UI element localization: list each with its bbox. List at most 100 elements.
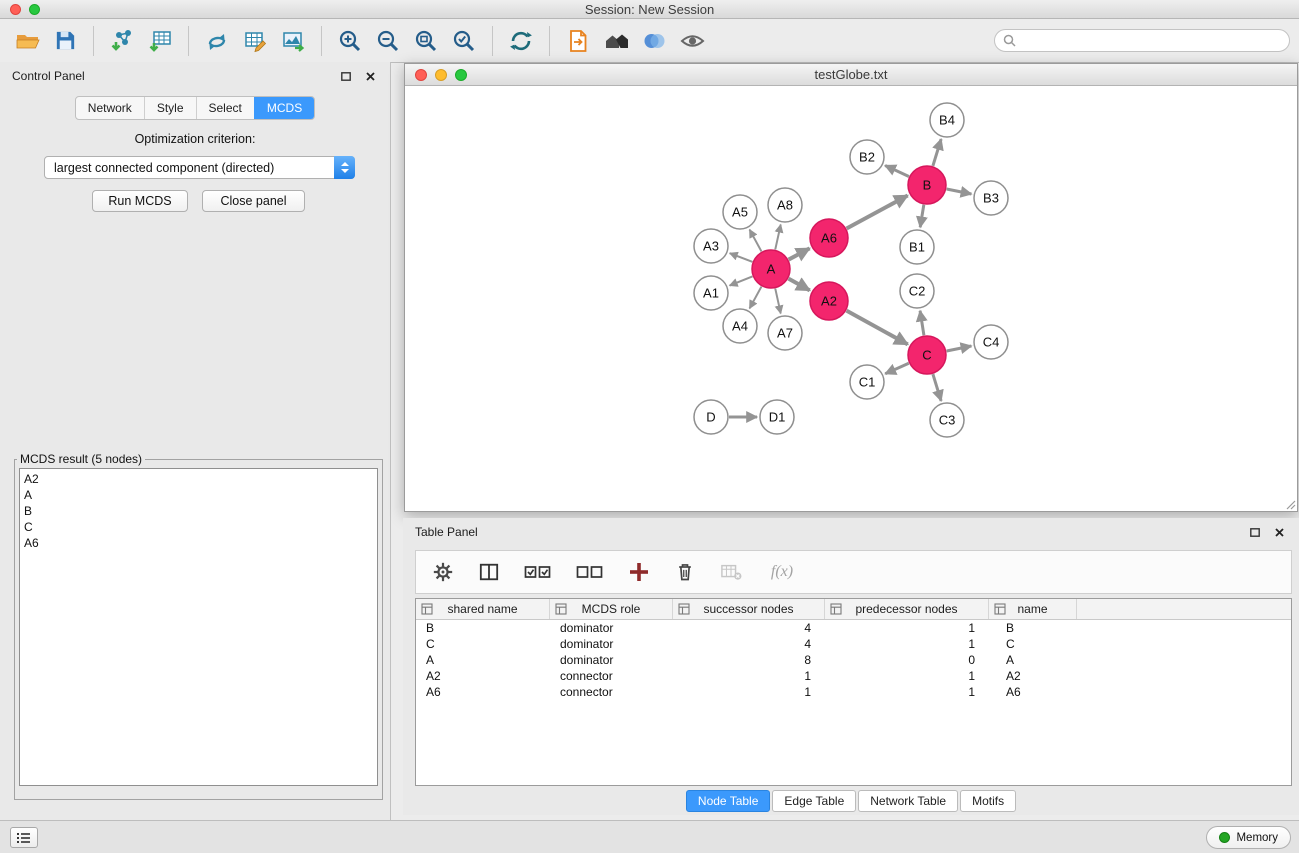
zoom-fit-button[interactable]	[407, 24, 445, 58]
search-input[interactable]	[1021, 34, 1289, 48]
mcds-result-item[interactable]: C	[20, 519, 377, 535]
import-table-button[interactable]	[141, 24, 179, 58]
column-header-shared-name[interactable]: shared name	[416, 599, 550, 619]
node-C[interactable]: C	[908, 336, 946, 374]
document-button[interactable]	[559, 24, 597, 58]
edge-C-C1[interactable]	[885, 363, 909, 374]
table-settings-button[interactable]	[430, 559, 456, 585]
table-row[interactable]: Adominator80A	[416, 652, 1291, 668]
create-column-button[interactable]	[626, 559, 652, 585]
table-row[interactable]: A6connector11A6	[416, 684, 1291, 700]
save-session-button[interactable]	[46, 24, 84, 58]
new-table-button[interactable]	[236, 24, 274, 58]
edge-A-A3[interactable]	[730, 253, 753, 262]
edge-A-A7[interactable]	[775, 289, 780, 314]
resize-grip-icon[interactable]	[1284, 498, 1296, 510]
edge-C-C3[interactable]	[933, 374, 941, 401]
unselect-all-button[interactable]	[574, 559, 606, 585]
node-C4[interactable]: C4	[974, 325, 1008, 359]
control-panel-tab-mcds[interactable]: MCDS	[254, 97, 314, 119]
table-row[interactable]: Cdominator41C	[416, 636, 1291, 652]
node-A6[interactable]: A6	[810, 219, 848, 257]
column-header-predecessor-nodes[interactable]: predecessor nodes	[825, 599, 989, 619]
node-B1[interactable]: B1	[900, 230, 934, 264]
column-header-MCDS-role[interactable]: MCDS role	[550, 599, 673, 619]
close-table-panel-button[interactable]	[1271, 524, 1287, 540]
node-A4[interactable]: A4	[723, 309, 757, 343]
edge-B-B1[interactable]	[920, 205, 924, 228]
home-button[interactable]	[597, 24, 635, 58]
edge-A-A2[interactable]	[789, 279, 810, 291]
zoom-selected-button[interactable]	[445, 24, 483, 58]
float-panel-button[interactable]	[338, 68, 354, 84]
column-header-name[interactable]: name	[989, 599, 1077, 619]
function-builder-button[interactable]: f(x)	[764, 559, 800, 585]
node-A[interactable]: A	[752, 250, 790, 288]
table-row[interactable]: A2connector11A2	[416, 668, 1291, 684]
network-graph[interactable]: AA6A2BCA5A8A3A1A4A7B4B2B3B1C2C4C1C3DD1	[405, 86, 1297, 511]
apply-layout-button[interactable]	[502, 24, 540, 58]
edge-B-B4[interactable]	[933, 139, 941, 166]
network-canvas[interactable]: AA6A2BCA5A8A3A1A4A7B4B2B3B1C2C4C1C3DD1	[405, 86, 1297, 511]
node-A5[interactable]: A5	[723, 195, 757, 229]
edge-A2-C[interactable]	[847, 311, 908, 345]
import-network-button[interactable]	[103, 24, 141, 58]
show-details-button[interactable]	[673, 24, 711, 58]
table-tab-network-table[interactable]: Network Table	[858, 790, 958, 812]
edge-A-A1[interactable]	[730, 276, 753, 285]
mcds-result-item[interactable]: A6	[20, 535, 377, 551]
show-column-button[interactable]	[476, 559, 502, 585]
node-D[interactable]: D	[694, 400, 728, 434]
node-D1[interactable]: D1	[760, 400, 794, 434]
table-tab-edge-table[interactable]: Edge Table	[772, 790, 856, 812]
edge-A-A4[interactable]	[750, 287, 762, 309]
edge-C-C2[interactable]	[920, 311, 924, 335]
edge-A6-B[interactable]	[847, 195, 908, 228]
float-table-panel-button[interactable]	[1247, 524, 1263, 540]
mcds-result-item[interactable]: A	[20, 487, 377, 503]
control-panel-tab-style[interactable]: Style	[144, 97, 196, 119]
open-session-button[interactable]	[8, 24, 46, 58]
new-network-button[interactable]	[198, 24, 236, 58]
delete-column-button[interactable]	[672, 559, 698, 585]
column-header-successor-nodes[interactable]: successor nodes	[673, 599, 825, 619]
criterion-dropdown[interactable]: largest connected component (directed)	[44, 156, 355, 179]
table-row[interactable]: Bdominator41B	[416, 620, 1291, 636]
mcds-result-item[interactable]: B	[20, 503, 377, 519]
mcds-result-item[interactable]: A2	[20, 471, 377, 487]
edge-A-A6[interactable]	[789, 248, 810, 259]
edge-A-A5[interactable]	[750, 230, 762, 252]
zoom-out-button[interactable]	[369, 24, 407, 58]
node-B3[interactable]: B3	[974, 181, 1008, 215]
zoom-in-button[interactable]	[331, 24, 369, 58]
style-button[interactable]	[635, 24, 673, 58]
node-A7[interactable]: A7	[768, 316, 802, 350]
network-window-titlebar[interactable]: testGlobe.txt	[405, 64, 1297, 86]
node-C1[interactable]: C1	[850, 365, 884, 399]
node-C2[interactable]: C2	[900, 274, 934, 308]
close-panel-button-mcds[interactable]: Close panel	[202, 190, 305, 212]
export-image-button[interactable]	[274, 24, 312, 58]
table-tab-motifs[interactable]: Motifs	[960, 790, 1016, 812]
select-all-button[interactable]	[522, 559, 554, 585]
control-panel-tab-network[interactable]: Network	[76, 97, 144, 119]
memory-button[interactable]: Memory	[1206, 826, 1291, 849]
edge-C-C4[interactable]	[947, 346, 972, 351]
node-B[interactable]: B	[908, 166, 946, 204]
control-panel-tab-select[interactable]: Select	[196, 97, 254, 119]
close-panel-button[interactable]	[362, 68, 378, 84]
node-A3[interactable]: A3	[694, 229, 728, 263]
search-box[interactable]	[994, 29, 1290, 52]
node-A2[interactable]: A2	[810, 282, 848, 320]
mcds-result-list[interactable]: A2ABCA6	[19, 468, 378, 786]
edge-B-B2[interactable]	[885, 165, 909, 176]
node-C3[interactable]: C3	[930, 403, 964, 437]
node-table[interactable]: shared nameMCDS rolesuccessor nodesprede…	[415, 598, 1292, 786]
task-history-button[interactable]	[10, 827, 38, 848]
node-A1[interactable]: A1	[694, 276, 728, 310]
edge-A-A8[interactable]	[775, 225, 780, 250]
node-B4[interactable]: B4	[930, 103, 964, 137]
node-A8[interactable]: A8	[768, 188, 802, 222]
edge-B-B3[interactable]	[947, 189, 972, 194]
table-tab-node-table[interactable]: Node Table	[686, 790, 771, 812]
